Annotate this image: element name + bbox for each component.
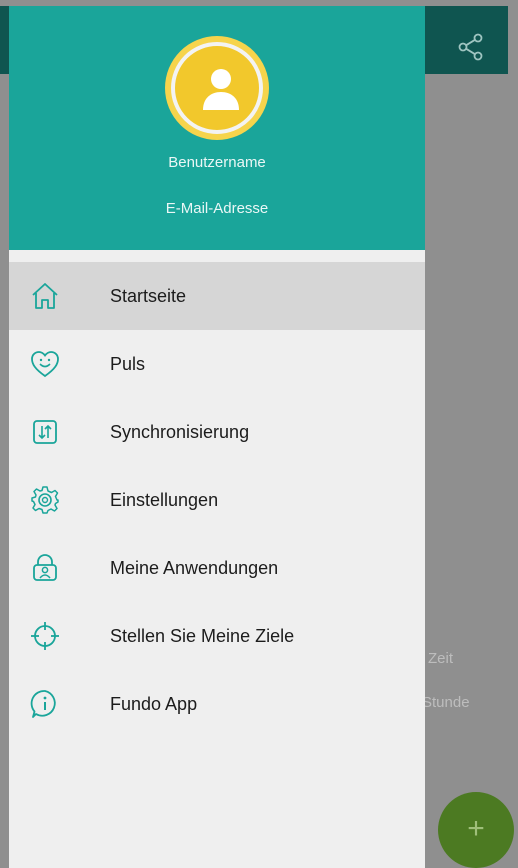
share-icon[interactable] [456, 32, 486, 62]
background-text-zeit: Zeit [428, 650, 454, 667]
username-label: Benutzername [168, 154, 266, 171]
menu-item-synchronisierung[interactable]: Synchronisierung [9, 398, 425, 466]
user-bag-icon [33, 554, 57, 581]
menu-label: Meine Anwendungen [110, 558, 279, 578]
email-label: E-Mail-Adresse [165, 200, 269, 217]
menu-item-startseite[interactable]: Startseite [9, 262, 425, 330]
menu-label: Synchronisierung [110, 422, 250, 442]
drawer-header: Benutzername E-Mail-Adresse [9, 6, 425, 250]
menu-item-ziele[interactable]: Stellen Sie Meine Ziele [9, 602, 425, 670]
target-icon [31, 622, 59, 650]
add-fab-button[interactable]: + [438, 792, 514, 868]
home-icon [32, 283, 58, 309]
menu-label: Stellen Sie Meine Ziele [110, 626, 295, 646]
menu-item-meine-anwendungen[interactable]: Meine Anwendungen [9, 534, 425, 602]
navigation-drawer: Benutzername E-Mail-Adresse Startseite P… [9, 6, 425, 868]
background-text-stunde: Stunde [422, 694, 470, 711]
avatar[interactable] [165, 36, 269, 140]
menu-item-einstellungen[interactable]: Einstellungen [9, 466, 425, 534]
menu-label: Puls [110, 354, 146, 374]
heart-smile-icon [31, 351, 59, 378]
menu-label: Startseite [110, 286, 187, 306]
menu-label: Fundo App [110, 694, 198, 714]
avatar-ring [171, 42, 263, 134]
menu-item-puls[interactable]: Puls [9, 330, 425, 398]
menu-item-fundo-app[interactable]: Fundo App [9, 670, 425, 738]
user-icon [203, 69, 239, 110]
info-icon [30, 690, 56, 718]
drawer-menu: Startseite Puls Synchronisierung Einstel… [9, 262, 425, 738]
plus-icon: + [467, 812, 485, 845]
menu-label: Einstellungen [110, 490, 219, 510]
gear-icon [31, 486, 59, 514]
sync-icon [33, 420, 57, 444]
